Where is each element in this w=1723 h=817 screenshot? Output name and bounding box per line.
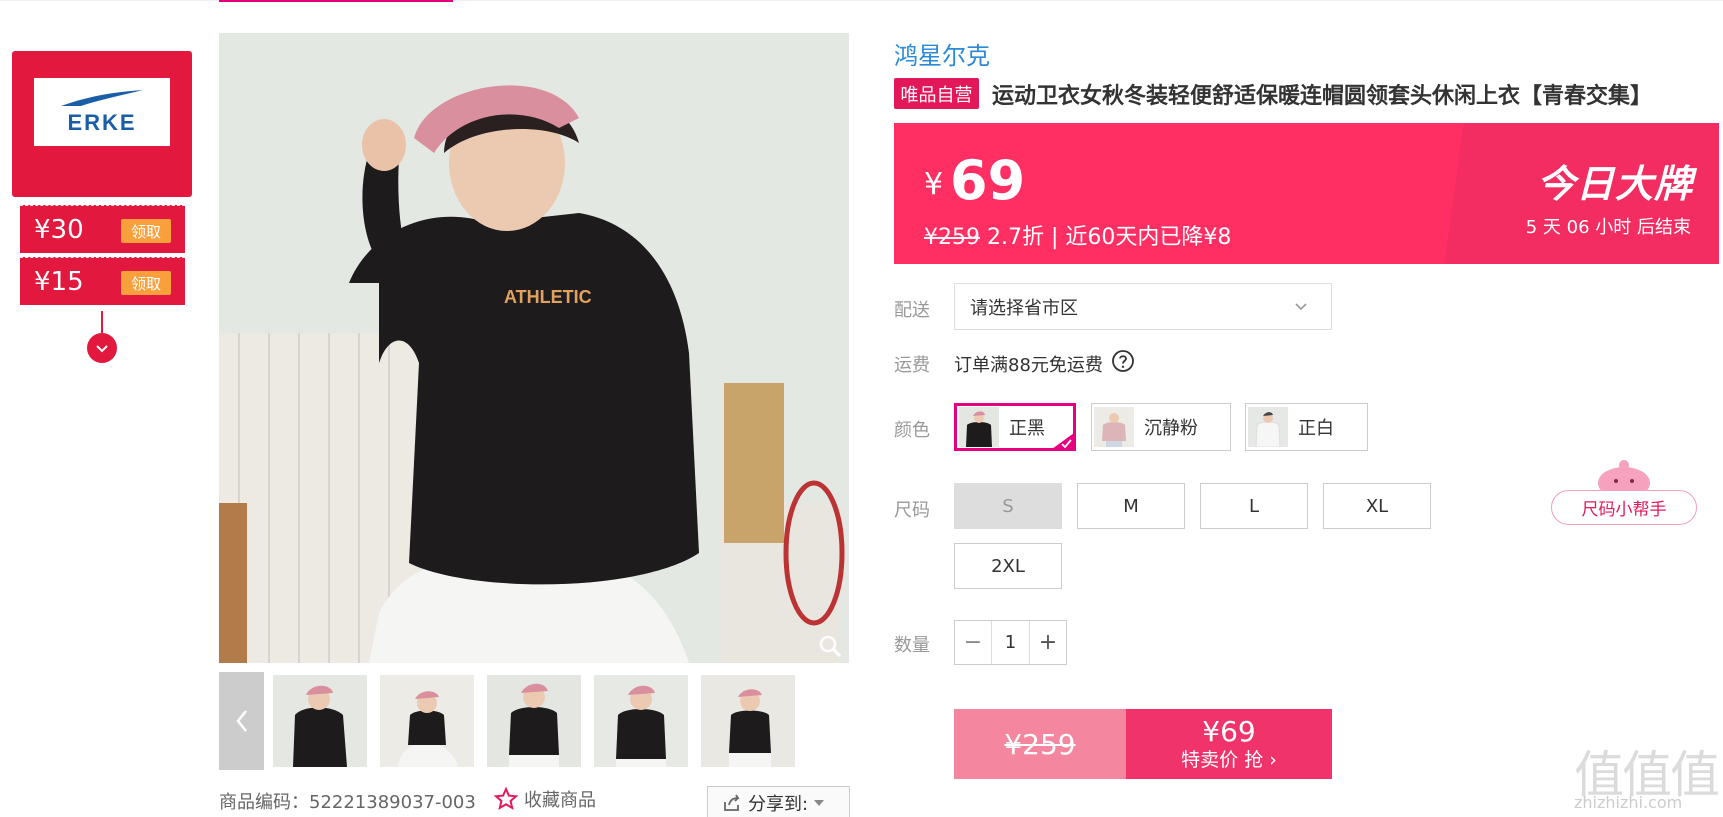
active-tab-indicator xyxy=(219,0,453,2)
share-button[interactable]: 分享到: xyxy=(707,786,850,817)
coupon-claim-button[interactable]: 领取 xyxy=(121,219,171,243)
shirt-print-text: ATHLETIC xyxy=(504,287,592,307)
thumbnail-4[interactable] xyxy=(594,675,688,767)
thumbnail-image xyxy=(273,675,367,767)
product-photo: ATHLETIC xyxy=(219,33,849,663)
buy-button[interactable]: ¥259 ¥69 特卖价 抢 › xyxy=(954,709,1332,779)
coupon-amount: ¥15 xyxy=(34,266,84,297)
brand-link[interactable]: 鸿星尔克 xyxy=(894,36,990,71)
watermark-domain: zhizhizhi.com xyxy=(1574,793,1683,812)
buy-sale-price: ¥69 xyxy=(1202,715,1256,748)
product-code: 商品编码：52221389037-003 xyxy=(219,788,476,814)
size-option-xl[interactable]: XL xyxy=(1323,483,1431,529)
thumbnail-1[interactable] xyxy=(273,675,367,767)
chevron-down-icon xyxy=(1295,303,1307,311)
buy-original-price-text: ¥259 xyxy=(1004,727,1076,761)
size-label: 尺码 xyxy=(894,500,930,521)
main-product-image[interactable]: ATHLETIC xyxy=(219,33,849,663)
price-currency: ¥ xyxy=(924,167,944,202)
chevron-left-icon xyxy=(235,710,247,732)
share-label: 分享到: xyxy=(748,794,809,815)
event-title: 今日大牌 xyxy=(1536,162,1693,206)
size-helper-button[interactable]: 尺码小帮手 xyxy=(1549,457,1699,527)
region-select[interactable]: 请选择省市区 xyxy=(954,283,1332,330)
brand-swoosh-icon xyxy=(61,90,143,106)
thumbnail-prev-button[interactable] xyxy=(219,672,264,770)
thumbnail-next-button[interactable] xyxy=(805,672,849,770)
thumbnail-strip xyxy=(219,672,849,770)
coupon-claim-button[interactable]: 领取 xyxy=(121,271,171,295)
countdown-timer: 5 天 06 小时 后结束 xyxy=(1525,217,1691,238)
color-option-white[interactable]: 正白 xyxy=(1245,403,1368,451)
size-option-2xl[interactable]: 2XL xyxy=(954,543,1062,589)
thumbnail-image xyxy=(380,675,474,767)
product-code-value: 52221389037-003 xyxy=(309,792,476,813)
price-details: ¥259 2.7折 | 近60天内已降¥8 xyxy=(924,219,1231,251)
product-code-label: 商品编码： xyxy=(219,792,309,813)
question-icon[interactable] xyxy=(1111,349,1135,373)
buy-now-section[interactable]: ¥69 特卖价 抢 › xyxy=(1126,709,1332,779)
chevron-down-icon xyxy=(96,345,108,353)
buy-action-label: 特卖价 抢 › xyxy=(1181,749,1277,771)
favorite-label: 收藏商品 xyxy=(524,790,596,811)
quantity-value[interactable]: 1 xyxy=(991,621,1030,664)
color-option-label: 正黑 xyxy=(1009,418,1045,439)
caret-down-icon xyxy=(814,800,825,806)
coupon-30[interactable]: ¥30 领取 xyxy=(20,205,185,253)
product-title: 运动卫衣女秋冬装轻便舒适保暖连帽圆领套头休闲上衣【青春交集】 xyxy=(992,84,1653,109)
magnifier-icon[interactable] xyxy=(817,633,843,659)
quantity-label: 数量 xyxy=(894,635,930,656)
original-price: ¥259 xyxy=(924,225,980,250)
thumbnail-image xyxy=(487,675,581,767)
thumbnail-image xyxy=(701,675,795,767)
color-swatch xyxy=(959,407,999,447)
thumbnail-2[interactable] xyxy=(380,675,474,767)
watermark: 值值值 zhizhizhi.com xyxy=(1572,733,1722,817)
thumbnail-3[interactable] xyxy=(487,675,581,767)
favorite-button[interactable]: 收藏商品 xyxy=(494,786,596,812)
current-price: 69 xyxy=(950,149,1026,212)
brand-panel[interactable]: ERKE xyxy=(12,51,192,197)
size-helper-label: 尺码小帮手 xyxy=(1551,490,1697,525)
buy-original-price: ¥259 xyxy=(954,709,1126,779)
coupon-expand-button[interactable] xyxy=(87,333,117,363)
shipping-fee-text: 订单满88元免运费 xyxy=(954,355,1103,376)
thumbnail-image xyxy=(594,675,688,767)
star-icon xyxy=(494,787,518,811)
color-swatch xyxy=(1094,407,1134,447)
coupon-amount: ¥30 xyxy=(34,214,84,245)
quantity-stepper: − 1 + xyxy=(954,620,1067,665)
coupon-stem xyxy=(101,311,103,333)
thumbnail-5[interactable] xyxy=(701,675,795,767)
quantity-decrease-button[interactable]: − xyxy=(955,621,991,664)
color-option-label: 沉静粉 xyxy=(1144,418,1198,439)
color-swatch xyxy=(1248,407,1288,447)
price-banner: ¥ 69 ¥259 2.7折 | 近60天内已降¥8 今日大牌 5 天 06 小… xyxy=(894,123,1719,264)
delivery-label: 配送 xyxy=(894,300,930,321)
chevron-right-icon xyxy=(822,710,833,732)
size-option-m[interactable]: M xyxy=(1077,483,1185,529)
color-label: 颜色 xyxy=(894,420,930,441)
size-option-l[interactable]: L xyxy=(1200,483,1308,529)
selected-check-icon xyxy=(1052,433,1074,449)
color-option-label: 正白 xyxy=(1298,418,1334,439)
color-option-pink[interactable]: 沉静粉 xyxy=(1091,403,1231,451)
quantity-increase-button[interactable]: + xyxy=(1030,621,1066,664)
vip-self-operated-badge: 唯品自营 xyxy=(894,78,979,109)
color-option-black[interactable]: 正黑 xyxy=(954,403,1076,451)
brand-logo-text: ERKE xyxy=(67,110,137,135)
brand-logo[interactable]: ERKE xyxy=(34,78,170,146)
shipping-fee-label: 运费 xyxy=(894,355,930,376)
size-option-s[interactable]: S xyxy=(954,483,1062,529)
share-icon xyxy=(724,794,740,811)
region-select-placeholder: 请选择省市区 xyxy=(970,297,1078,319)
coupon-15[interactable]: ¥15 领取 xyxy=(20,257,185,305)
discount-info: 2.7折 | 近60天内已降¥8 xyxy=(987,225,1232,250)
